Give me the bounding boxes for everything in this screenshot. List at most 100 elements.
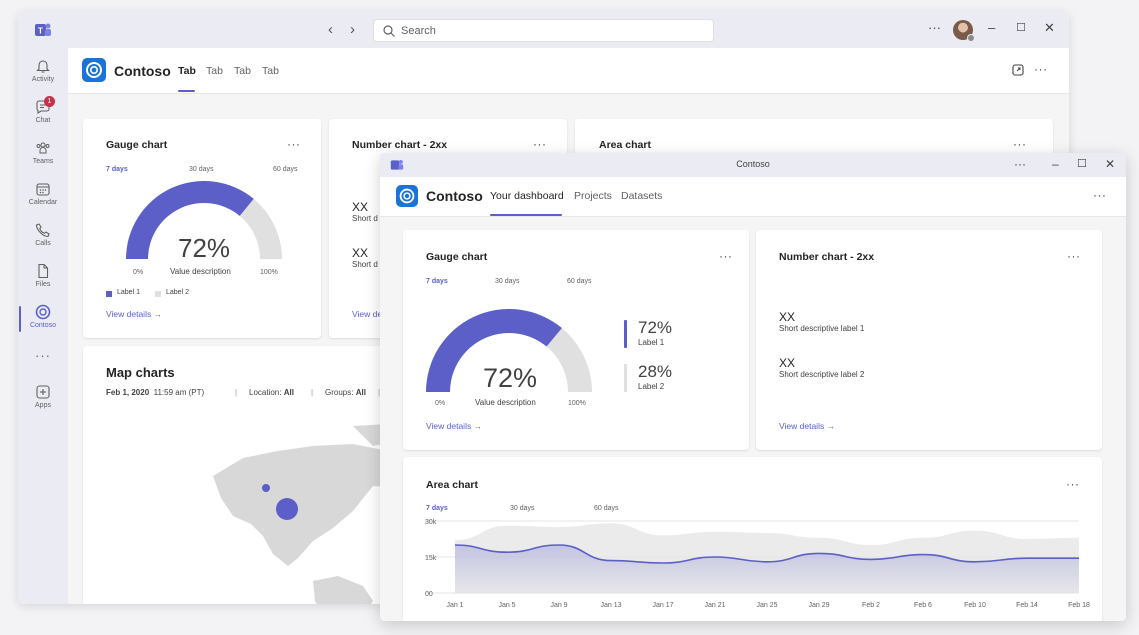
gauge-value: 72%	[483, 363, 538, 393]
calendar-icon	[36, 183, 50, 196]
gauge-card: Gauge chart ··· 7 days 30 days 60 days 7…	[83, 119, 321, 338]
gauge-max: 100%	[568, 400, 586, 407]
legend-label-2: Label 2	[638, 382, 665, 391]
period-30-days[interactable]: 30 days	[189, 166, 214, 173]
app-name: Contoso	[426, 188, 483, 204]
plus-icon	[36, 385, 50, 399]
location-filter[interactable]: Location: All	[249, 388, 294, 397]
map-time: 11:59 am (PT)	[153, 388, 205, 397]
view-details-link[interactable]: View details →	[426, 421, 482, 431]
view-details-link[interactable]: View details →	[106, 309, 162, 319]
rail-label: Files	[35, 281, 51, 288]
tab-3[interactable]: Tab	[234, 65, 251, 77]
area-card: Area chart ··· 7 days 30 days 60 days 30…	[403, 457, 1102, 621]
search-input[interactable]: Search	[373, 19, 714, 42]
x-tick-label: Jan 5	[498, 602, 515, 609]
gauge-value-description: Value description	[170, 267, 231, 276]
more-options-button[interactable]: ···	[1014, 157, 1026, 171]
file-icon	[38, 263, 49, 279]
contoso-icon	[35, 304, 51, 320]
card-more-button[interactable]: ···	[719, 249, 733, 263]
groups-value: All	[355, 388, 366, 397]
number-value-1: XX	[779, 310, 796, 324]
nav-forward-icon[interactable]: ›	[350, 21, 355, 39]
x-tick-label: Feb 10	[964, 602, 986, 609]
rail-item-apps[interactable]: Apps	[18, 384, 68, 409]
bell-icon	[36, 60, 50, 73]
card-more-button[interactable]: ···	[1067, 249, 1081, 263]
header-more-button[interactable]: ···	[1034, 62, 1048, 76]
period-30-days[interactable]: 30 days	[495, 278, 520, 285]
period-60-days[interactable]: 60 days	[594, 505, 619, 512]
number-label-2: Short d	[352, 260, 378, 269]
maximize-button[interactable]: ☐	[1016, 20, 1026, 36]
number-card: Number chart - 2xx ··· XX Short descript…	[756, 230, 1102, 450]
x-tick-label: Jan 25	[756, 602, 777, 609]
period-7-days[interactable]: 7 days	[426, 505, 448, 512]
number-label-1: Short d	[352, 214, 378, 223]
period-30-days[interactable]: 30 days	[510, 505, 535, 512]
tab-projects[interactable]: Projects	[574, 190, 612, 202]
popout-icon[interactable]	[1012, 64, 1024, 76]
avatar[interactable]	[953, 20, 975, 42]
app-rail: Activity 1 Chat Teams Calendar Calls Fil…	[18, 48, 68, 604]
y-tick-label: 00	[425, 591, 433, 598]
period-60-days[interactable]: 60 days	[273, 166, 298, 173]
phone-icon	[35, 223, 50, 238]
card-more-button[interactable]: ···	[1066, 477, 1080, 491]
nav-back-icon[interactable]: ‹	[328, 21, 333, 39]
tab-underline	[490, 214, 562, 216]
tab-2[interactable]: Tab	[206, 65, 223, 77]
rail-item-chat[interactable]: 1 Chat	[18, 96, 68, 124]
rail-item-activity[interactable]: Activity	[18, 58, 68, 83]
card-more-button[interactable]: ···	[533, 137, 547, 151]
rail-label: Contoso	[29, 322, 57, 329]
groups-filter[interactable]: Groups: All	[325, 388, 366, 397]
legend-value-2: 28%	[638, 362, 673, 381]
rail-item-contoso[interactable]: Contoso	[18, 304, 68, 332]
tab-1[interactable]: Tab	[178, 65, 196, 77]
rail-item-teams[interactable]: Teams	[18, 140, 68, 165]
title-bar: Contoso ··· – ☐ ✕	[380, 153, 1126, 177]
minimize-button[interactable]: –	[1052, 157, 1059, 171]
card-more-button[interactable]: ···	[287, 137, 301, 151]
map-date-value: Feb 1, 2020	[106, 388, 150, 397]
rail-item-files[interactable]: Files	[18, 263, 68, 288]
gauge-card: Gauge chart ··· 7 days 30 days 60 days 7…	[403, 230, 749, 450]
gauge-value: 72%	[178, 233, 231, 263]
title-bar: T ‹ › Search ··· – ☐ ✕	[18, 12, 1069, 48]
contoso-logo-icon	[396, 185, 418, 207]
view-details-link[interactable]: View details →	[779, 421, 835, 431]
number-label-2: Short descriptive label 2	[779, 370, 865, 379]
card-more-button[interactable]: ···	[1013, 137, 1027, 151]
x-tick-label: Feb 18	[1068, 602, 1090, 609]
tab-your-dashboard[interactable]: Your dashboard	[490, 190, 564, 202]
header-more-button[interactable]: ···	[1093, 188, 1107, 202]
more-apps-icon[interactable]: ···	[18, 348, 68, 363]
y-tick-label: 30k	[425, 519, 437, 526]
number-value-1: XX	[352, 200, 369, 214]
maximize-button[interactable]: ☐	[1077, 157, 1087, 171]
period-7-days[interactable]: 7 days	[426, 278, 448, 285]
tab-datasets[interactable]: Datasets	[621, 190, 662, 202]
legend-value-1: 72%	[638, 318, 673, 337]
close-button[interactable]: ✕	[1105, 157, 1115, 171]
period-60-days[interactable]: 60 days	[567, 278, 592, 285]
tab-4[interactable]: Tab	[262, 65, 279, 77]
minimize-button[interactable]: –	[988, 20, 995, 36]
more-options-button[interactable]: ···	[928, 20, 941, 36]
presence-icon	[967, 34, 975, 42]
close-button[interactable]: ✕	[1044, 20, 1055, 36]
number-value-2: XX	[352, 246, 369, 260]
rail-item-calendar[interactable]: Calendar	[18, 181, 68, 206]
app-name: Contoso	[114, 63, 171, 79]
map-title: Map charts	[106, 365, 175, 380]
gauge-min: 0%	[435, 400, 446, 407]
rail-item-calls[interactable]: Calls	[18, 222, 68, 247]
period-7-days[interactable]: 7 days	[106, 166, 128, 173]
app-header: Contoso Tab Tab Tab Tab ···	[68, 48, 1069, 94]
view-details-link[interactable]: View de	[352, 309, 382, 319]
view-details-label: View details	[106, 309, 152, 319]
separator: |	[235, 388, 238, 397]
map-bubble-large	[276, 498, 298, 520]
